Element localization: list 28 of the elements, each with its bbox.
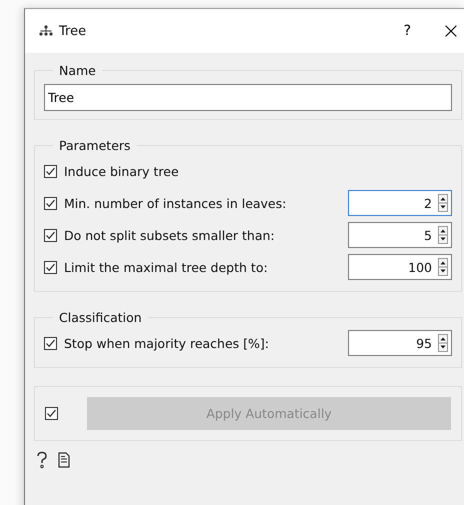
option-label: Limit the maximal tree depth to: <box>64 260 269 274</box>
checkbox[interactable] <box>44 196 57 210</box>
number-spinbox[interactable]: 2 <box>348 190 452 216</box>
spin-arrows-icon[interactable] <box>438 226 448 244</box>
name-field[interactable]: Tree <box>44 84 452 111</box>
number-spinbox[interactable]: 5 <box>348 222 452 248</box>
spin-arrows-icon[interactable] <box>438 194 448 212</box>
checkbox[interactable] <box>44 260 57 274</box>
tree-icon <box>39 25 53 37</box>
option-label: Stop when majority reaches [%]: <box>64 336 270 350</box>
spin-arrows-icon[interactable] <box>438 334 448 352</box>
checkbox[interactable] <box>44 228 57 242</box>
group-title: Name <box>58 63 97 78</box>
option-label: Induce binary tree <box>64 164 180 178</box>
help-icon[interactable] <box>36 451 48 469</box>
checkbox[interactable] <box>44 164 57 178</box>
window-title: Tree <box>59 24 88 38</box>
document-icon[interactable] <box>58 452 70 468</box>
number-spinbox[interactable]: 95 <box>348 330 452 356</box>
group-title: Parameters <box>58 138 132 153</box>
option-label: Do not split subsets smaller than: <box>64 228 276 242</box>
checkbox[interactable] <box>44 336 57 350</box>
number-spinbox[interactable]: 100 <box>348 254 452 280</box>
spin-arrows-icon[interactable] <box>438 258 448 276</box>
option-label: Min. number of instances in leaves: <box>64 196 288 210</box>
close-button[interactable]: × <box>441 18 461 44</box>
help-button[interactable]: ? <box>404 23 411 39</box>
group-title: Classification <box>58 310 143 325</box>
